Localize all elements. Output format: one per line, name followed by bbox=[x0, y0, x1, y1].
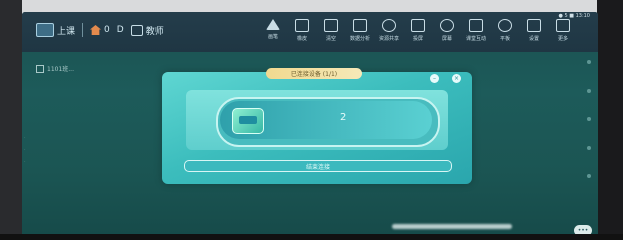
home-button[interactable]: 0 bbox=[90, 25, 110, 35]
edge-mark: · bbox=[24, 135, 26, 141]
device-button[interactable]: D bbox=[117, 25, 124, 35]
tool-label: 平板 bbox=[499, 36, 510, 42]
left-edge-marks: · · · bbox=[24, 132, 26, 168]
class-logo-icon bbox=[36, 23, 54, 37]
screen-glare bbox=[392, 224, 512, 229]
pen-icon bbox=[266, 19, 280, 30]
user-label: 教师 bbox=[145, 26, 164, 37]
tablet-bezel-bottom bbox=[0, 234, 623, 240]
trash-icon bbox=[324, 19, 338, 32]
tablet-bezel-left bbox=[0, 0, 22, 240]
tool-label: 投屏 bbox=[412, 36, 423, 42]
eye-icon bbox=[440, 19, 454, 32]
home-count: 0 bbox=[104, 25, 110, 35]
status-text: ● 5 ■ 13:10 bbox=[558, 13, 590, 19]
tool-label: 屏幕 bbox=[441, 36, 452, 42]
share-icon bbox=[556, 19, 570, 32]
tool-refresh[interactable]: 平板 bbox=[492, 16, 518, 46]
minimize-icon[interactable]: – bbox=[430, 74, 439, 83]
folder-icon bbox=[36, 64, 44, 73]
rail-dot[interactable] bbox=[587, 174, 591, 178]
toolbar-divider bbox=[82, 23, 84, 37]
tool-grid[interactable]: 课堂互动 bbox=[463, 16, 489, 46]
right-side-rail bbox=[584, 60, 594, 178]
tool-label: 橡皮 bbox=[296, 36, 307, 42]
rail-dot[interactable] bbox=[587, 145, 591, 150]
rail-dot[interactable] bbox=[587, 60, 591, 64]
end-connection-button[interactable]: 结束连接 bbox=[184, 160, 452, 172]
tool-label: 更多 bbox=[557, 36, 568, 42]
device-count: 2 bbox=[340, 112, 347, 123]
class-button[interactable]: 上课 bbox=[36, 23, 75, 37]
eraser-icon bbox=[295, 19, 309, 32]
top-toolbar: 上课 0 D 教师 画笔 橡皮 清空 数据分析 资源共享 投屏 屏幕 课堂互动 bbox=[22, 12, 598, 52]
tool-screen[interactable]: 投屏 bbox=[405, 16, 431, 46]
tool-chart[interactable]: 数据分析 bbox=[347, 16, 373, 46]
tablet-bezel-right bbox=[597, 0, 623, 240]
cloud-icon bbox=[382, 19, 396, 32]
close-icon[interactable]: × bbox=[452, 74, 461, 83]
device-connection-dialog: 已连接设备 (1/1) – × 2 结束连接 bbox=[162, 68, 472, 184]
tool-pen[interactable]: 画笔 bbox=[260, 16, 286, 46]
device-slot bbox=[239, 116, 257, 124]
user-icon bbox=[130, 24, 143, 36]
user-button[interactable]: 教师 bbox=[130, 24, 164, 37]
toolbar-tools: 画笔 橡皮 清空 数据分析 资源共享 投屏 屏幕 课堂互动 平板 设置 更多 bbox=[260, 16, 576, 46]
tool-label: 设置 bbox=[528, 36, 539, 42]
home-icon bbox=[90, 25, 102, 35]
dialog-title: 已连接设备 (1/1) bbox=[266, 68, 362, 79]
tool-settings[interactable]: 设置 bbox=[521, 16, 547, 46]
status-bar: ● 5 ■ 13:10 bbox=[559, 13, 590, 19]
settings-icon bbox=[527, 19, 541, 32]
tool-label: 资源共享 bbox=[378, 36, 399, 42]
tool-share[interactable]: 更多 bbox=[550, 16, 576, 46]
tool-label: 画笔 bbox=[267, 34, 278, 40]
tool-eraser[interactable]: 橡皮 bbox=[289, 16, 315, 46]
screen-icon bbox=[411, 19, 425, 32]
refresh-icon bbox=[498, 19, 512, 32]
tablet-device-icon bbox=[232, 108, 264, 134]
dialog-content: 2 bbox=[186, 90, 448, 150]
rail-dot[interactable] bbox=[587, 88, 591, 93]
tool-label: 课堂互动 bbox=[465, 36, 486, 42]
edge-mark: · bbox=[24, 159, 26, 165]
grid-icon bbox=[469, 19, 483, 32]
edge-mark: · bbox=[24, 147, 26, 153]
class-name-label[interactable]: 1101班... bbox=[36, 64, 74, 73]
tool-cloud[interactable]: 资源共享 bbox=[376, 16, 402, 46]
class-label: 上课 bbox=[57, 26, 76, 37]
rail-dot[interactable] bbox=[587, 117, 591, 121]
tool-eye[interactable]: 屏幕 bbox=[434, 16, 460, 46]
tool-label: 数据分析 bbox=[349, 36, 370, 42]
class-name-text: 1101班... bbox=[47, 66, 74, 73]
app-screen: 上课 0 D 教师 画笔 橡皮 清空 数据分析 资源共享 投屏 屏幕 课堂互动 bbox=[22, 12, 598, 240]
chart-icon bbox=[353, 19, 367, 32]
toolbar-left-group: 上课 0 D 教师 bbox=[36, 21, 164, 39]
tool-label: 清空 bbox=[325, 36, 336, 42]
device-label: D bbox=[116, 25, 124, 35]
tool-trash[interactable]: 清空 bbox=[318, 16, 344, 46]
